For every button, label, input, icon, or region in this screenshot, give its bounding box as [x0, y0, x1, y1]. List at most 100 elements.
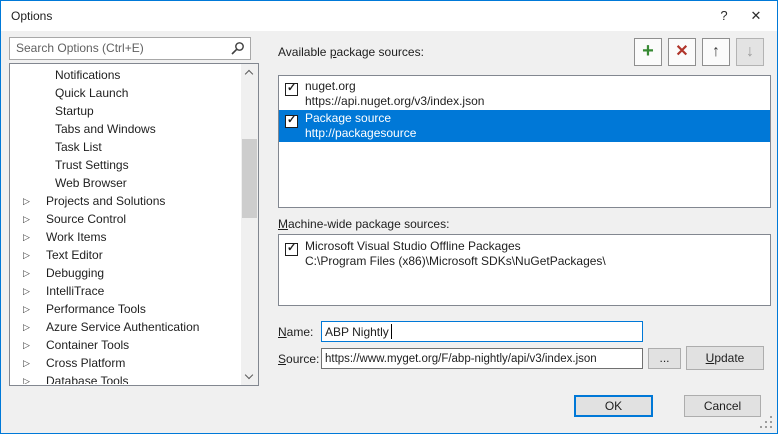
options-tree: ▷ Notifications ▷ Quick Launch ▷ Startup…	[9, 63, 259, 386]
tree-item-label: Source Control	[46, 212, 126, 226]
expander-icon[interactable]: ▷	[23, 336, 30, 354]
tree-item[interactable]: ▷ Web Browser	[10, 174, 241, 192]
close-button[interactable]: ✕	[739, 1, 773, 31]
arrow-up-icon: ↑	[703, 39, 729, 64]
chevron-up-icon	[245, 70, 253, 78]
tree-item-label: Projects and Solutions	[46, 194, 165, 208]
expander-icon[interactable]: ▷	[23, 228, 30, 246]
tree-item[interactable]: ▷ Quick Launch	[10, 84, 241, 102]
tree-item[interactable]: ▷ Trust Settings	[10, 156, 241, 174]
scrollbar-thumb[interactable]	[242, 139, 257, 218]
search-input[interactable]: Search Options (Ctrl+E)	[9, 37, 251, 60]
tree-item[interactable]: ▷ Source Control	[10, 210, 241, 228]
tree-item-label: Cross Platform	[46, 356, 125, 370]
tree-item[interactable]: ▷ Tabs and Windows	[10, 120, 241, 138]
tree-item[interactable]: ▷ Cross Platform	[10, 354, 241, 372]
text-caret	[391, 324, 392, 339]
cancel-button[interactable]: Cancel	[684, 395, 761, 417]
tree-item[interactable]: ▷ Debugging	[10, 264, 241, 282]
checkbox-checked[interactable]: ✓	[285, 115, 298, 128]
machine-source-item[interactable]: ✓ Microsoft Visual Studio Offline Packag…	[279, 238, 770, 270]
resize-grip[interactable]	[770, 426, 772, 428]
expander-icon[interactable]: ▷	[23, 192, 30, 210]
tree-item-label: Azure Service Authentication	[46, 320, 199, 334]
source-label: Source:	[278, 352, 319, 366]
expander-icon[interactable]: ▷	[23, 264, 30, 282]
expander-icon[interactable]: ▷	[23, 372, 30, 384]
tree-item-label: Startup	[55, 104, 94, 118]
tree-item[interactable]: ▷ Container Tools	[10, 336, 241, 354]
machine-source-path: C:\Program Files (x86)\Microsoft SDKs\Nu…	[305, 254, 606, 268]
tree-item[interactable]: ▷ Database Tools	[10, 372, 241, 384]
expander-icon[interactable]: ▷	[23, 300, 30, 318]
help-button[interactable]: ?	[707, 1, 741, 31]
tree-item-label: Debugging	[46, 266, 104, 280]
tree-item-label: Quick Launch	[55, 86, 128, 100]
close-icon: ✕	[751, 8, 762, 23]
move-down-button[interactable]: ↓	[736, 38, 764, 66]
package-source-item[interactable]: ✓ nuget.org https://api.nuget.org/v3/ind…	[279, 78, 770, 110]
source-field[interactable]	[321, 348, 643, 369]
tree-item[interactable]: ▷ Notifications	[10, 66, 241, 84]
tree-item[interactable]: ▷ Azure Service Authentication	[10, 318, 241, 336]
help-icon: ?	[720, 8, 727, 23]
tree-item-label: IntelliTrace	[46, 284, 104, 298]
move-up-button[interactable]: ↑	[702, 38, 730, 66]
machine-sources-label: Machine-wide package sources:	[278, 217, 449, 231]
expander-icon[interactable]: ▷	[23, 246, 30, 264]
expander-icon[interactable]: ▷	[23, 354, 30, 372]
tree-rows: ▷ Notifications ▷ Quick Launch ▷ Startup…	[10, 66, 241, 384]
search-icon	[230, 41, 245, 56]
tree-item[interactable]: ▷ IntelliTrace	[10, 282, 241, 300]
tree-item[interactable]: ▷ Work Items	[10, 228, 241, 246]
package-source-name: Package source	[305, 111, 391, 125]
check-icon: ✓	[287, 81, 296, 94]
package-source-url: http://packagesource	[305, 126, 416, 140]
remove-source-button[interactable]: ✕	[668, 38, 696, 66]
tree-item[interactable]: ▷ Task List	[10, 138, 241, 156]
name-field[interactable]	[321, 321, 643, 342]
title-bar[interactable]: Options ? ✕	[1, 1, 777, 31]
tree-item[interactable]: ▷ Projects and Solutions	[10, 192, 241, 210]
name-label: Name:	[278, 325, 313, 339]
browse-button[interactable]: ...	[648, 348, 681, 369]
tree-item-label: Notifications	[55, 68, 120, 82]
check-icon: ✓	[287, 113, 296, 126]
tree-item-label: Container Tools	[46, 338, 129, 352]
options-dialog: Options ? ✕ Search Options (Ctrl+E) ▷ No…	[0, 0, 778, 434]
tree-item-label: Tabs and Windows	[55, 122, 156, 136]
plus-icon: +	[635, 39, 661, 64]
scroll-up-button[interactable]	[241, 64, 258, 81]
delete-x-icon: ✕	[669, 39, 695, 64]
machine-sources-list: ✓ Microsoft Visual Studio Offline Packag…	[278, 234, 771, 306]
expander-icon[interactable]: ▷	[23, 318, 30, 336]
available-sources-list: ✓ nuget.org https://api.nuget.org/v3/ind…	[278, 75, 771, 208]
chevron-down-icon	[245, 371, 253, 379]
package-source-item[interactable]: ✓ Package source http://packagesource	[279, 110, 770, 142]
tree-item-label: Task List	[55, 140, 102, 154]
tree-item[interactable]: ▷ Text Editor	[10, 246, 241, 264]
machine-source-name: Microsoft Visual Studio Offline Packages	[305, 239, 521, 253]
scroll-down-button[interactable]	[241, 368, 258, 385]
tree-item-label: Work Items	[46, 230, 106, 244]
tree-scrollbar[interactable]	[241, 64, 258, 385]
ok-button[interactable]: OK	[574, 395, 653, 417]
checkbox-checked[interactable]: ✓	[285, 243, 298, 256]
update-button[interactable]: Update	[686, 346, 764, 370]
package-source-name: nuget.org	[305, 79, 356, 93]
tree-item[interactable]: ▷ Startup	[10, 102, 241, 120]
add-source-button[interactable]: +	[634, 38, 662, 66]
tree-item-label: Trust Settings	[55, 158, 129, 172]
tree-item-label: Web Browser	[55, 176, 127, 190]
check-icon: ✓	[287, 241, 296, 254]
package-source-url: https://api.nuget.org/v3/index.json	[305, 94, 484, 108]
tree-item-label: Performance Tools	[46, 302, 146, 316]
search-placeholder: Search Options (Ctrl+E)	[16, 41, 144, 55]
tree-item-label: Database Tools	[46, 374, 129, 384]
checkbox-checked[interactable]: ✓	[285, 83, 298, 96]
window-title: Options	[11, 9, 52, 23]
available-sources-label: Available package sources:	[278, 45, 424, 59]
expander-icon[interactable]: ▷	[23, 210, 30, 228]
expander-icon[interactable]: ▷	[23, 282, 30, 300]
tree-item[interactable]: ▷ Performance Tools	[10, 300, 241, 318]
